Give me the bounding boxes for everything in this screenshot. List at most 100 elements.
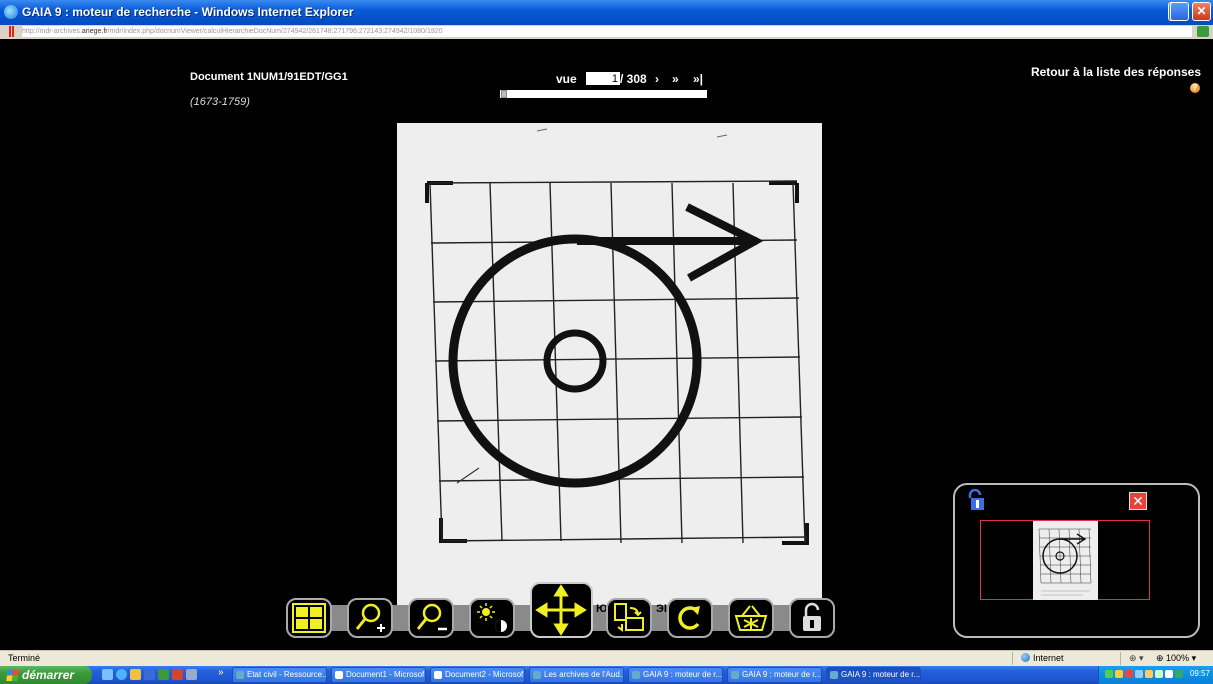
system-tray: 09:57 — [1098, 666, 1213, 684]
ie-icon — [830, 671, 838, 679]
window-title: GAIA 9 : moteur de recherche - Windows I… — [22, 5, 354, 19]
fast-forward-button[interactable]: » — [672, 72, 679, 86]
page-slider[interactable] — [500, 90, 707, 98]
lock-icon — [803, 602, 821, 631]
quicklaunch-ie-icon[interactable] — [102, 669, 113, 680]
window-titlebar[interactable]: GAIA 9 : moteur de recherche - Windows I… — [0, 0, 1213, 25]
tray-volume-icon[interactable] — [1135, 670, 1143, 678]
lock-button[interactable] — [789, 598, 835, 638]
close-window-button[interactable]: ✕ — [1192, 2, 1211, 21]
tray-security-icon[interactable] — [1115, 670, 1123, 678]
move-arrows-icon — [535, 584, 587, 636]
ie-icon — [632, 671, 640, 679]
task-label: Etat civil - Ressource... — [247, 670, 327, 679]
status-divider — [1012, 652, 1013, 665]
zoom-out-button[interactable] — [408, 598, 454, 638]
tray-display-icon[interactable] — [1155, 670, 1163, 678]
tray-update-icon[interactable] — [1145, 670, 1153, 678]
quicklaunch-desktop-icon[interactable] — [186, 669, 197, 680]
status-divider — [1120, 652, 1121, 665]
zone-label: Internet — [1033, 653, 1064, 663]
start-label: démarrer — [22, 668, 75, 682]
taskbar-item-document1[interactable]: Document1 - Microsof... — [331, 667, 426, 683]
document-title: Document 1NUM1/91EDT/GG1 — [190, 71, 348, 83]
task-label: Document1 - Microsof... — [346, 670, 426, 679]
zoom-value: 100% — [1166, 653, 1190, 663]
zoom-in-icon — [355, 603, 385, 632]
next-page-button[interactable]: › — [655, 72, 659, 86]
zoom-level[interactable]: ⊕ 100% ▾ — [1156, 653, 1196, 664]
tray-alert-icon[interactable] — [1125, 670, 1133, 678]
refresh-icon[interactable] — [1197, 26, 1209, 37]
page-total: / 308 — [620, 72, 647, 86]
pause-icon[interactable] — [9, 26, 14, 37]
task-label: Document2 - Microsof... — [445, 670, 525, 679]
move-button[interactable] — [530, 582, 593, 638]
word-icon — [335, 671, 343, 679]
vue-label: vue — [556, 72, 577, 86]
task-label: GAIA 9 : moteur de r... — [643, 670, 723, 679]
taskbar-item-document2[interactable]: Document2 - Microsof... — [430, 667, 525, 683]
url-domain: ariege.fr — [81, 28, 108, 35]
grid-view-button[interactable] — [286, 598, 332, 638]
quicklaunch-more-chevron[interactable]: » — [218, 667, 224, 678]
url-field[interactable]: http://mdr-archives.ariege.fr/mdr/index.… — [22, 26, 1192, 37]
brightness-contrast-button[interactable] — [469, 598, 515, 638]
task-label: GAIA 9 : moteur de r... — [742, 670, 822, 679]
help-icon[interactable]: ? — [1190, 83, 1200, 93]
swap-pages-icon — [614, 603, 644, 632]
globe-icon — [1021, 653, 1030, 662]
taskbar-item-etat-civil[interactable]: Etat civil - Ressource... — [232, 667, 327, 683]
quicklaunch-folder-icon[interactable] — [130, 669, 141, 680]
ie-logo-icon — [4, 5, 18, 19]
taskbar-item-gaia-3[interactable]: GAIA 9 : moteur de r... — [826, 667, 921, 683]
brightness-contrast-icon — [477, 603, 507, 632]
quicklaunch-browser-icon[interactable] — [116, 669, 127, 680]
taskbar-item-gaia-2[interactable]: GAIA 9 : moteur de r... — [727, 667, 822, 683]
word-icon — [434, 671, 442, 679]
ie-icon — [731, 671, 739, 679]
basket-button[interactable] — [728, 598, 774, 638]
navigator-panel[interactable]: ✕ — [953, 483, 1200, 638]
tray-network-icon[interactable] — [1105, 670, 1113, 678]
task-label: GAIA 9 : moteur de r... — [841, 670, 921, 679]
url-path: /mdr/index.php/docnumViewer/calculHierar… — [107, 28, 443, 35]
protected-mode-icon[interactable]: ⊕ ▾ — [1129, 653, 1144, 664]
page-slider-handle[interactable] — [501, 90, 507, 98]
task-label: Les archives de l'Aud... — [544, 670, 624, 679]
toolbar-mark-right: ЭI — [656, 603, 667, 615]
tray-power-icon[interactable] — [1175, 670, 1183, 678]
ie-icon — [533, 671, 541, 679]
quicklaunch-excel-icon[interactable] — [158, 669, 169, 680]
last-page-button[interactable]: »| — [693, 72, 703, 86]
navigator-thumbnail — [1033, 521, 1098, 600]
zoom-in-button[interactable] — [347, 598, 393, 638]
document-image[interactable] — [397, 123, 822, 608]
basket-icon — [734, 605, 768, 631]
page-input[interactable] — [586, 72, 620, 85]
quicklaunch-word-icon[interactable] — [144, 669, 155, 680]
start-button[interactable]: démarrer — [0, 666, 92, 684]
back-to-results-link[interactable]: Retour à la liste des réponses — [1031, 65, 1201, 79]
navigator-close-button[interactable]: ✕ — [1129, 492, 1147, 510]
taskbar-item-archives[interactable]: Les archives de l'Aud... — [529, 667, 624, 683]
document-dates: (1673-1759) — [190, 96, 250, 108]
close-icon: ✕ — [1196, 4, 1207, 18]
taskbar-item-gaia-1[interactable]: GAIA 9 : moteur de r... — [628, 667, 723, 683]
quicklaunch-powerpoint-icon[interactable] — [172, 669, 183, 680]
tray-misc-icon[interactable] — [1165, 670, 1173, 678]
ie-icon — [236, 671, 244, 679]
grid-view-icon — [292, 603, 326, 633]
status-text: Terminé — [8, 653, 41, 663]
thumbnail-drawing — [1033, 521, 1098, 600]
maximize-button[interactable] — [1170, 2, 1189, 21]
security-zone[interactable]: Internet — [1021, 653, 1064, 663]
address-bar: http://mdr-archives.ariege.fr/mdr/index.… — [0, 25, 1213, 39]
url-prefix: http://mdr-archives. — [22, 28, 82, 35]
navigator-lock-icon[interactable] — [965, 489, 987, 511]
rotate-icon — [678, 606, 700, 630]
swap-pages-button[interactable] — [606, 598, 652, 638]
taskbar: démarrer » Etat civil - Ressource... Doc… — [0, 666, 1213, 684]
clock[interactable]: 09:57 — [1190, 669, 1210, 678]
rotate-button[interactable] — [667, 598, 713, 638]
